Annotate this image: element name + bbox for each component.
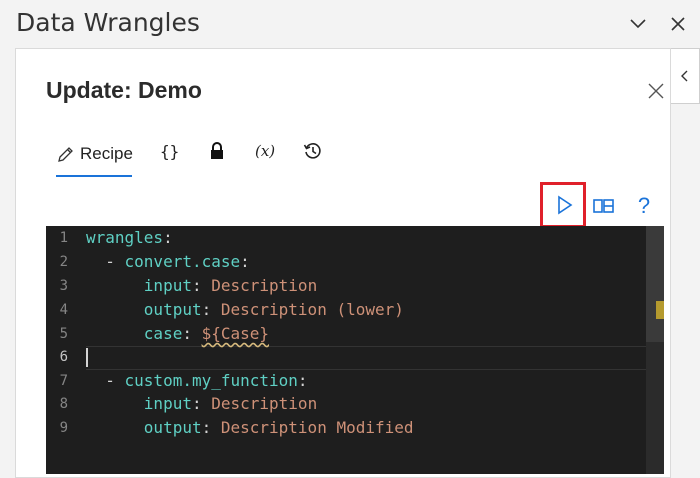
- code-line: output: Description (lower): [143, 300, 404, 319]
- close-icon[interactable]: [668, 14, 688, 34]
- warning-squiggle: ${Case}: [201, 324, 270, 343]
- line-number: 7: [59, 373, 68, 389]
- code-line: wrangles:: [86, 228, 173, 247]
- chevron-down-icon[interactable]: [628, 14, 648, 34]
- tab-variables[interactable]: (x): [255, 138, 275, 164]
- line-number: 3: [59, 278, 68, 294]
- line-number: 5: [59, 326, 68, 342]
- scrollbar-thumb[interactable]: [646, 226, 664, 342]
- task-pane-header: Data Wrangles: [0, 0, 700, 48]
- history-icon: [303, 143, 321, 159]
- split-view-button[interactable]: [591, 193, 617, 219]
- collapse-panel-button[interactable]: [671, 48, 700, 104]
- line-number: 4: [59, 302, 68, 318]
- braces-icon: {}: [160, 141, 180, 161]
- code-line: - custom.my_function:: [86, 371, 308, 390]
- variable-icon: (x): [255, 142, 276, 160]
- warning-marker: [656, 301, 664, 319]
- tab-recipe-label: Recipe: [80, 144, 133, 163]
- line-number: 1: [59, 230, 68, 246]
- tab-history[interactable]: [302, 138, 324, 164]
- tab-json[interactable]: {}: [160, 138, 179, 164]
- code-line: output: Description Modified: [143, 418, 414, 437]
- code-line: - convert.case:: [86, 252, 250, 271]
- panel-title: Update: Demo: [46, 77, 202, 103]
- pencil-icon: [58, 147, 73, 162]
- code-line: case: ${Case}: [143, 324, 270, 343]
- split-view-icon: [593, 199, 614, 213]
- line-number: 2: [59, 254, 68, 270]
- close-panel-icon[interactable]: [645, 80, 667, 102]
- tab-recipe[interactable]: Recipe: [56, 141, 133, 167]
- code-line: input: Description: [143, 394, 318, 413]
- editor-scrollbar[interactable]: [646, 226, 664, 474]
- active-tab-indicator: [56, 175, 132, 177]
- help-icon: ?: [637, 193, 651, 218]
- line-number: 6: [59, 349, 68, 365]
- pane-title: Data Wrangles: [16, 8, 200, 37]
- line-number-gutter: 1 2 3 4 5 6 7 8 9: [46, 226, 82, 474]
- lock-icon: [211, 142, 223, 159]
- chevron-left-icon: [681, 70, 688, 82]
- code-line: input: Description: [143, 276, 318, 295]
- tab-lock[interactable]: [208, 138, 226, 164]
- line-number: 8: [59, 396, 68, 412]
- help-button[interactable]: ?: [631, 193, 657, 219]
- code-area[interactable]: wrangles: - convert.case: input: Descrip…: [86, 226, 644, 474]
- run-button-highlight: [540, 182, 586, 228]
- recipe-editor[interactable]: 1 2 3 4 5 6 7 8 9 wrangles: - convert.ca…: [46, 226, 664, 474]
- line-number: 9: [59, 420, 68, 436]
